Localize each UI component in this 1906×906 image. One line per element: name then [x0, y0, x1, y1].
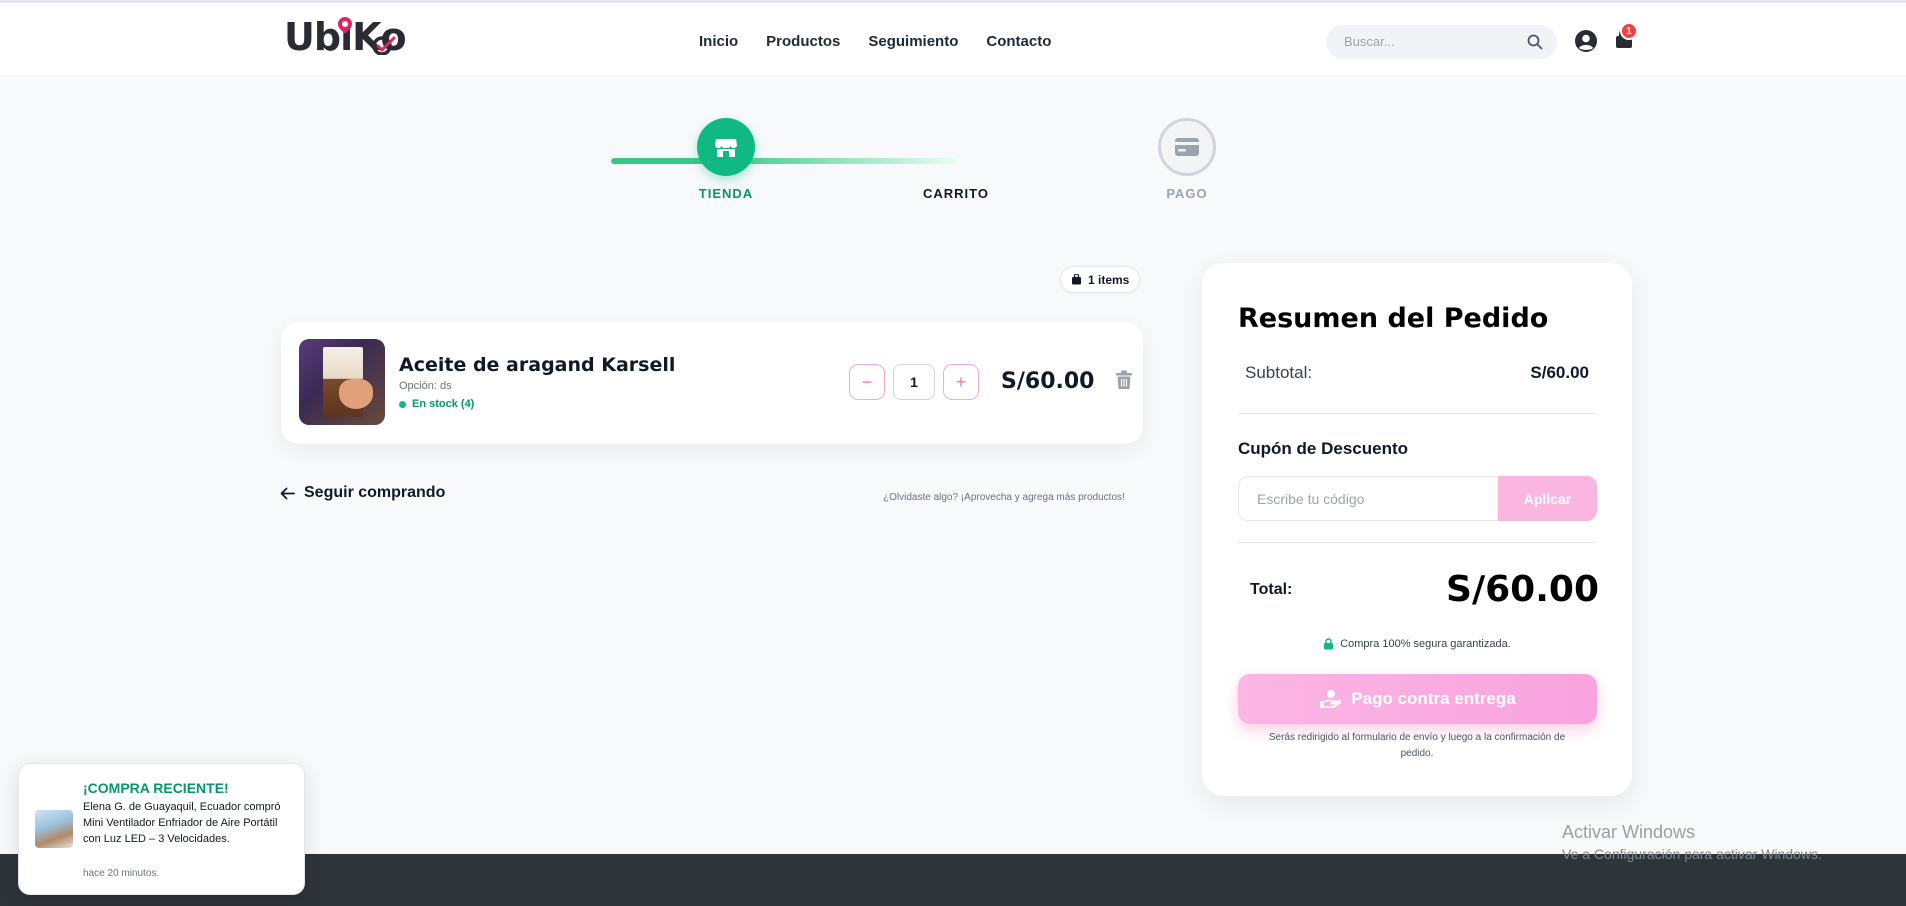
lock-icon: [1324, 638, 1334, 650]
recent-purchase-toast[interactable]: ¡COMPRA RECIENTE! Elena G. de Guayaquil,…: [18, 763, 305, 895]
toast-product-image: [35, 810, 73, 848]
secure-purchase-text: Compra 100% segura garantizada.: [1340, 638, 1511, 650]
stock-text: En stock (4): [412, 398, 475, 410]
nav-productos[interactable]: Productos: [766, 33, 840, 50]
user-account-icon[interactable]: [1574, 29, 1598, 53]
step-tienda-circle[interactable]: [697, 118, 755, 176]
nav-inicio[interactable]: Inicio: [699, 33, 738, 50]
windows-activation-subtitle: Ve a Configuración para activar Windows.: [1562, 846, 1822, 862]
order-summary-panel: Resumen del Pedido Subtotal: S/60.00 Cup…: [1202, 263, 1632, 796]
bag-icon: [1072, 274, 1081, 285]
secure-purchase-note: Compra 100% segura garantizada.: [1202, 638, 1632, 650]
subtotal-value: S/60.00: [1530, 363, 1589, 382]
redirect-note: Serás redirigido al formulario de envío …: [1268, 732, 1566, 759]
nav-seguimiento[interactable]: Seguimiento: [868, 33, 958, 50]
step-carrito-label: CARRITO: [923, 186, 989, 201]
subtotal-label: Subtotal:: [1245, 363, 1313, 382]
hand-coin-icon: [1320, 690, 1342, 708]
total-value: S/60.00: [1446, 569, 1599, 610]
logo-text-a: Ub: [284, 15, 341, 59]
main-nav: Inicio Productos Seguimiento Contacto: [699, 33, 1051, 50]
summary-title: Resumen del Pedido: [1238, 303, 1549, 334]
search-box: [1326, 25, 1557, 59]
step-tienda-label: TIENDA: [698, 186, 754, 201]
progress-track: [611, 158, 957, 164]
cart-item-card: Aceite de aragand Karsell Opción: ds En …: [281, 322, 1143, 444]
quantity-value[interactable]: 1: [893, 364, 935, 400]
nav-contacto[interactable]: Contacto: [986, 33, 1051, 50]
step-pago-circle[interactable]: [1158, 118, 1216, 176]
search-icon[interactable]: [1527, 34, 1543, 50]
coupon-code-input[interactable]: [1238, 476, 1498, 521]
quantity-decrease-button[interactable]: −: [849, 364, 885, 400]
quantity-increase-button[interactable]: +: [943, 364, 979, 400]
continue-shopping-label: Seguir comprando: [304, 484, 446, 501]
product-option: Opción: ds: [399, 380, 452, 392]
store-icon: [715, 139, 737, 157]
search-input[interactable]: [1344, 34, 1514, 49]
step-pago-label: PAGO: [1166, 186, 1208, 201]
checkmark-icon: [372, 36, 396, 55]
continue-shopping-link[interactable]: Seguir comprando: [280, 484, 445, 502]
toast-message: Elena G. de Guayaquil, Ecuador compró Mi…: [83, 801, 281, 845]
items-count-badge: 1 items: [1060, 266, 1141, 293]
trash-icon[interactable]: [1115, 370, 1133, 390]
toast-title: ¡COMPRA RECIENTE!: [83, 780, 229, 796]
site-header: Ub iK o Inicio Productos Seguimiento Conta…: [0, 3, 1906, 75]
cash-on-delivery-button[interactable]: Pago contra entrega: [1238, 674, 1597, 724]
stock-status: En stock (4): [399, 398, 474, 410]
product-thumbnail[interactable]: [299, 339, 385, 425]
arrow-left-icon: [280, 487, 295, 499]
product-price: S/60.00: [1001, 369, 1095, 394]
apply-coupon-button[interactable]: Aplicar: [1498, 476, 1597, 521]
items-count-text: 1 items: [1088, 272, 1130, 287]
cart-count-badge[interactable]: 1: [1620, 22, 1638, 40]
product-name[interactable]: Aceite de aragand Karsell: [399, 354, 675, 376]
forgot-something-text: ¿Olvidaste algo? ¡Aprovecha y agrega más…: [883, 492, 1125, 503]
summary-divider: [1238, 413, 1596, 414]
stock-dot-icon: [399, 400, 406, 408]
credit-card-icon: [1175, 138, 1199, 156]
total-label: Total:: [1250, 581, 1293, 598]
toast-time: hace 20 minutos.: [83, 868, 160, 879]
windows-activation-title: Activar Windows: [1562, 822, 1696, 842]
product-hand-illustration: [339, 379, 373, 409]
summary-divider: [1238, 542, 1596, 543]
cash-on-delivery-label: Pago contra entrega: [1351, 689, 1516, 708]
coupon-title: Cupón de Descuento: [1238, 439, 1409, 458]
